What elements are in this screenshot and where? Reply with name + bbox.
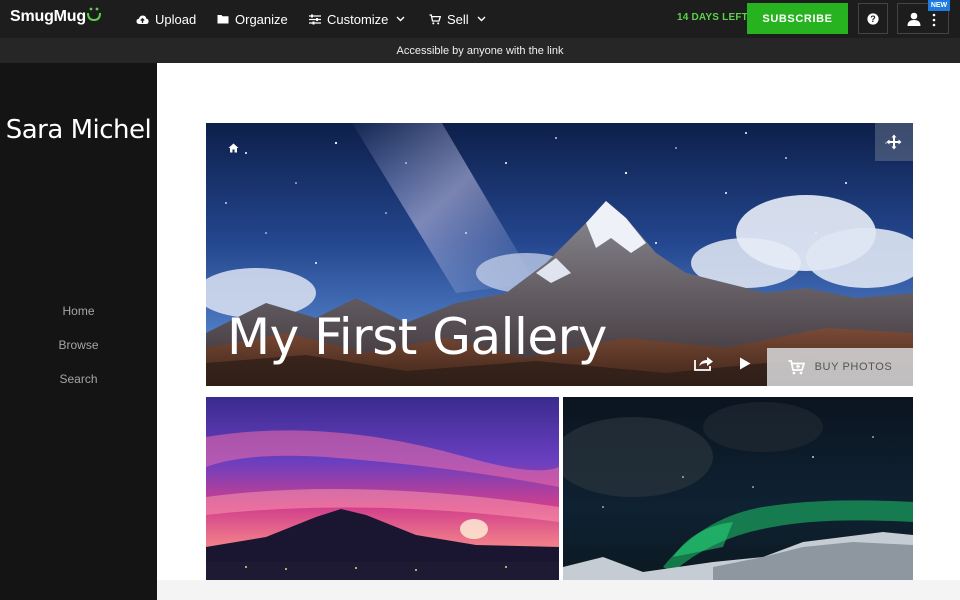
smile-logo-icon	[87, 7, 101, 22]
nav-sell[interactable]: Sell	[429, 0, 486, 38]
home-icon[interactable]	[228, 143, 239, 153]
sidebar-link-home[interactable]: Home	[0, 304, 157, 318]
gallery-photo[interactable]	[563, 397, 913, 581]
kebab-menu-icon	[932, 13, 936, 27]
gallery-cover: My First Gallery BUY PHOTOS	[206, 123, 913, 386]
photo-aurora-mountains	[563, 397, 913, 581]
play-slideshow-icon[interactable]	[739, 357, 751, 370]
top-bar: SmugMug Upload Organize Customize Sell 1…	[0, 0, 960, 38]
move-handle[interactable]	[875, 123, 913, 161]
nav-customize[interactable]: Customize	[309, 0, 405, 38]
nav-organize-label: Organize	[235, 11, 288, 27]
gallery-photo[interactable]	[206, 397, 559, 581]
photo-volcano-sunset	[206, 397, 559, 581]
chevron-down-icon	[396, 16, 405, 22]
smugmug-logo[interactable]: SmugMug	[10, 8, 86, 26]
sidebar-link-search[interactable]: Search	[0, 372, 157, 386]
trial-days-left: 14 DAYS LEFT	[677, 12, 748, 23]
buy-photos-button[interactable]: BUY PHOTOS	[767, 348, 913, 386]
nav-upload-label: Upload	[155, 11, 197, 27]
nav-upload[interactable]: Upload	[136, 0, 196, 38]
share-icon[interactable]	[694, 355, 714, 371]
nav-sell-label: Sell	[447, 11, 469, 27]
cart-icon	[788, 359, 805, 374]
visibility-banner: Accessible by anyone with the link	[0, 38, 960, 63]
sidebar-link-browse[interactable]: Browse	[0, 338, 157, 352]
user-icon	[907, 12, 921, 26]
help-button[interactable]: ?	[858, 3, 888, 34]
page-bottom	[157, 580, 960, 600]
folder-icon	[217, 15, 229, 24]
help-label: ?	[870, 14, 876, 24]
cloud-upload-icon	[136, 15, 149, 24]
new-badge: NEW	[928, 0, 950, 11]
visibility-text: Accessible by anyone with the link	[396, 44, 564, 57]
move-arrows-icon	[886, 134, 902, 150]
sliders-icon	[309, 14, 321, 24]
cart-icon	[429, 13, 441, 24]
question-icon: ?	[867, 12, 879, 25]
site-title[interactable]: Sara Michel	[0, 115, 157, 145]
nav-organize[interactable]: Organize	[217, 0, 288, 38]
subscribe-button[interactable]: SUBSCRIBE	[747, 3, 848, 34]
nav-customize-label: Customize	[327, 11, 389, 27]
chevron-down-icon	[477, 16, 486, 22]
site-sidebar: Sara Michel Home Browse Search	[0, 63, 157, 600]
gallery-title: My First Gallery	[227, 308, 607, 366]
buy-photos-label: BUY PHOTOS	[814, 361, 893, 373]
